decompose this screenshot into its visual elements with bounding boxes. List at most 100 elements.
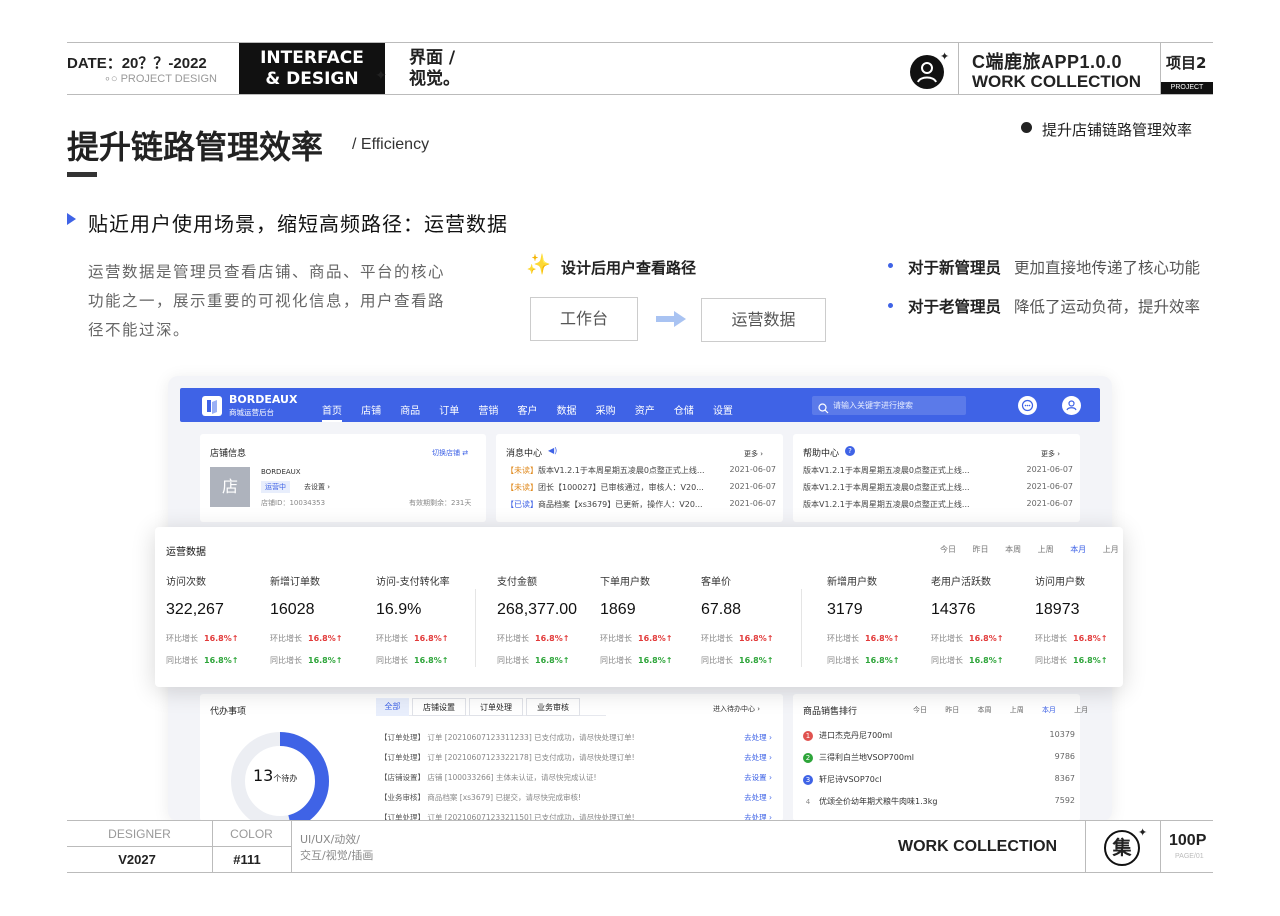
side-dot	[1021, 122, 1032, 133]
message-center-card: 消息中心 ◀) 更多 › 【未读】版本V1.2.1于本周星期五凌晨0点整正式上线…	[496, 434, 783, 522]
nav-data[interactable]: 数据	[557, 406, 577, 417]
metric-label: 访问-支付转化率	[376, 577, 450, 588]
rank-name: 优颂全价幼年期犬粮牛肉味1.3kg	[819, 797, 938, 806]
metric-value: 67.88	[701, 601, 742, 618]
todo-text: 商品档案 [xs3679] 已提交，请尽快完成审核!	[427, 793, 581, 802]
ops-period-lastweek[interactable]: 上周	[1038, 545, 1054, 554]
nav-goods[interactable]: 商品	[400, 406, 420, 417]
path-from-box: 工作台	[530, 297, 638, 341]
metric-mom: 环比增长 16.8%↑	[827, 633, 927, 644]
search-input[interactable]: 请输入关键字进行搜索	[812, 396, 966, 415]
nav-store[interactable]: 店铺	[361, 406, 381, 417]
ops-period-lastmonth[interactable]: 上月	[1103, 545, 1119, 554]
nav-settings[interactable]: 设置	[713, 406, 733, 417]
yoy-label: 同比增长	[166, 656, 198, 665]
todo-text: 店铺 [100033266] 主体未认证，请尽快完成认证!	[427, 773, 597, 782]
nav-assets[interactable]: 资产	[635, 406, 655, 417]
metric-label: 新增用户数	[827, 577, 877, 588]
rank-name: 进口杰克丹尼700ml	[819, 731, 893, 740]
metric-visit-users: 访问用户数 18973 环比增长 16.8%↑ 同比增长 16.8%↑	[1035, 573, 1121, 666]
todo-tab-all[interactable]: 全部	[376, 698, 409, 716]
ranking-row[interactable]: 4 优颂全价幼年期犬粮牛肉味1.3kg 7592	[803, 796, 1075, 807]
ranking-period-thismonth[interactable]: 本月	[1042, 706, 1056, 714]
todo-row[interactable]: 【业务审核】 商品档案 [xs3679] 已提交，请尽快完成审核! 去处理 ›	[380, 792, 772, 803]
help-question-icon: ?	[845, 446, 855, 456]
todo-row[interactable]: 【店铺设置】 店铺 [100033266] 主体未认证，请尽快完成认证! 去设置 …	[380, 772, 772, 783]
ops-period-thismonth[interactable]: 本月	[1070, 545, 1086, 554]
metric-value: 18973	[1035, 601, 1080, 618]
metric-value: 16.9%	[376, 601, 422, 618]
store-setting-link[interactable]: 去设置 ›	[304, 482, 330, 492]
bullet-dot-2	[888, 303, 893, 308]
ranking-period-yesterday[interactable]: 昨日	[945, 706, 959, 714]
ranking-period-thisweek[interactable]: 本周	[977, 706, 991, 714]
ranking-row[interactable]: 2 三得利白兰地VSOP700ml 9786	[803, 752, 1075, 763]
designer-label: DESIGNER	[108, 827, 171, 841]
metric-yoy: 同比增长 16.8%↑	[497, 655, 597, 666]
nav-purchase[interactable]: 采购	[596, 406, 616, 417]
todo-text: 订单 [20210607123322178] 已支付成功，请尽快处理订单!	[427, 753, 635, 762]
ranking-period-lastmonth[interactable]: 上月	[1074, 706, 1088, 714]
todo-tab-orders[interactable]: 订单处理	[469, 698, 523, 716]
ranking-period-today[interactable]: 今日	[913, 706, 927, 714]
message-row[interactable]: 【已读】商品档案【xs3679】已更新，操作人：V20... 2021-06-0…	[506, 499, 776, 513]
store-info-card: 店铺信息 切换店铺 ⇄ 店 BORDEAUX 运营中 去设置 › 店铺ID：10…	[200, 434, 486, 522]
ranking-row[interactable]: 3 轩尼诗VSOP70cl 8367	[803, 774, 1075, 785]
brand-logo-icon	[202, 396, 222, 416]
search-placeholder: 请输入关键字进行搜索	[833, 401, 913, 410]
todo-center-link[interactable]: 进入待办中心 ›	[713, 704, 760, 714]
todo-tab-store[interactable]: 店铺设置	[412, 698, 466, 716]
metric-mom: 环比增长 16.8%↑	[1035, 633, 1121, 644]
help-row[interactable]: 版本V1.2.1于本周星期五凌晨0点整正式上线... 2021-06-07	[803, 465, 1073, 479]
help-text: 版本V1.2.1于本周星期五凌晨0点整正式上线...	[803, 466, 970, 475]
ranking-period-lastweek[interactable]: 上周	[1010, 706, 1024, 714]
message-more-link[interactable]: 更多 ›	[744, 449, 763, 459]
nav-home[interactable]: 首页	[322, 406, 342, 422]
metric-mom: 环比增长 16.8%↑	[497, 633, 597, 644]
rank-badge: 2	[803, 752, 813, 763]
message-text: 商品档案【xs3679】已更新，操作人：V20...	[538, 500, 703, 509]
rank-badge: 4	[805, 797, 811, 806]
nav-warehouse[interactable]: 仓储	[674, 406, 694, 417]
bullet-dot-1	[888, 263, 893, 268]
todo-tab-review[interactable]: 业务审核	[526, 698, 580, 716]
message-row[interactable]: 【未读】团长【100027】已审核通过，审核人：V20... 2021-06-0…	[506, 482, 776, 496]
help-row[interactable]: 版本V1.2.1于本周星期五凌晨0点整正式上线... 2021-06-07	[803, 482, 1073, 496]
ops-period-yesterday[interactable]: 昨日	[973, 545, 989, 554]
metric-value: 14376	[931, 601, 976, 618]
help-date: 2021-06-07	[1026, 499, 1074, 508]
yoy-value: 16.8%↑	[535, 656, 570, 665]
ranking-row[interactable]: 1 进口杰克丹尼700ml 10379	[803, 730, 1075, 741]
nav-customers[interactable]: 客户	[517, 406, 537, 417]
star-icon: ✦	[940, 50, 950, 63]
todo-text: 订单 [20210607123311233] 已支付成功，请尽快处理订单!	[427, 733, 635, 742]
switch-store-link[interactable]: 切换店铺 ⇄	[432, 448, 468, 458]
metric-mom: 环比增长 16.8%↑	[270, 633, 370, 644]
ops-period-today[interactable]: 今日	[940, 545, 956, 554]
todo-action[interactable]: 去处理 ›	[744, 732, 772, 743]
metric-label: 支付金额	[497, 577, 537, 588]
user-avatar-icon[interactable]	[1062, 396, 1081, 415]
todo-action[interactable]: 去处理 ›	[744, 792, 772, 803]
message-icon[interactable]	[1018, 396, 1037, 415]
metric-avg-order-value: 客单价 67.88 环比增长 16.8%↑ 同比增长 16.8%↑	[701, 573, 801, 666]
help-row[interactable]: 版本V1.2.1于本周星期五凌晨0点整正式上线... 2021-06-07	[803, 499, 1073, 513]
todo-action[interactable]: 去设置 ›	[744, 772, 772, 783]
rank-badge: 1	[803, 730, 813, 741]
message-row[interactable]: 【未读】版本V1.2.1于本周星期五凌晨0点整正式上线... 2021-06-0…	[506, 465, 776, 479]
mom-value: 16.8%↑	[535, 634, 570, 643]
nav-orders[interactable]: 订单	[439, 406, 459, 417]
todo-row[interactable]: 【订单处理】 订单 [20210607123322178] 已支付成功，请尽快处…	[380, 752, 772, 763]
store-expire: 有效期剩余：231天	[409, 499, 472, 507]
header-divider-1	[958, 42, 959, 94]
metric-yoy: 同比增长 16.8%↑	[376, 655, 486, 666]
todo-row[interactable]: 【订单处理】 订单 [20210607123311233] 已支付成功，请尽快处…	[380, 732, 772, 743]
cn-line1: 界面 /	[409, 48, 456, 68]
help-more-link[interactable]: 更多 ›	[1041, 449, 1060, 459]
metric-value: 16028	[270, 601, 315, 618]
speaker-icon: ◀)	[548, 446, 558, 455]
ops-period-thisweek[interactable]: 本周	[1005, 545, 1021, 554]
metric-value: 322,267	[166, 601, 224, 618]
nav-marketing[interactable]: 营销	[478, 406, 498, 417]
todo-action[interactable]: 去处理 ›	[744, 752, 772, 763]
